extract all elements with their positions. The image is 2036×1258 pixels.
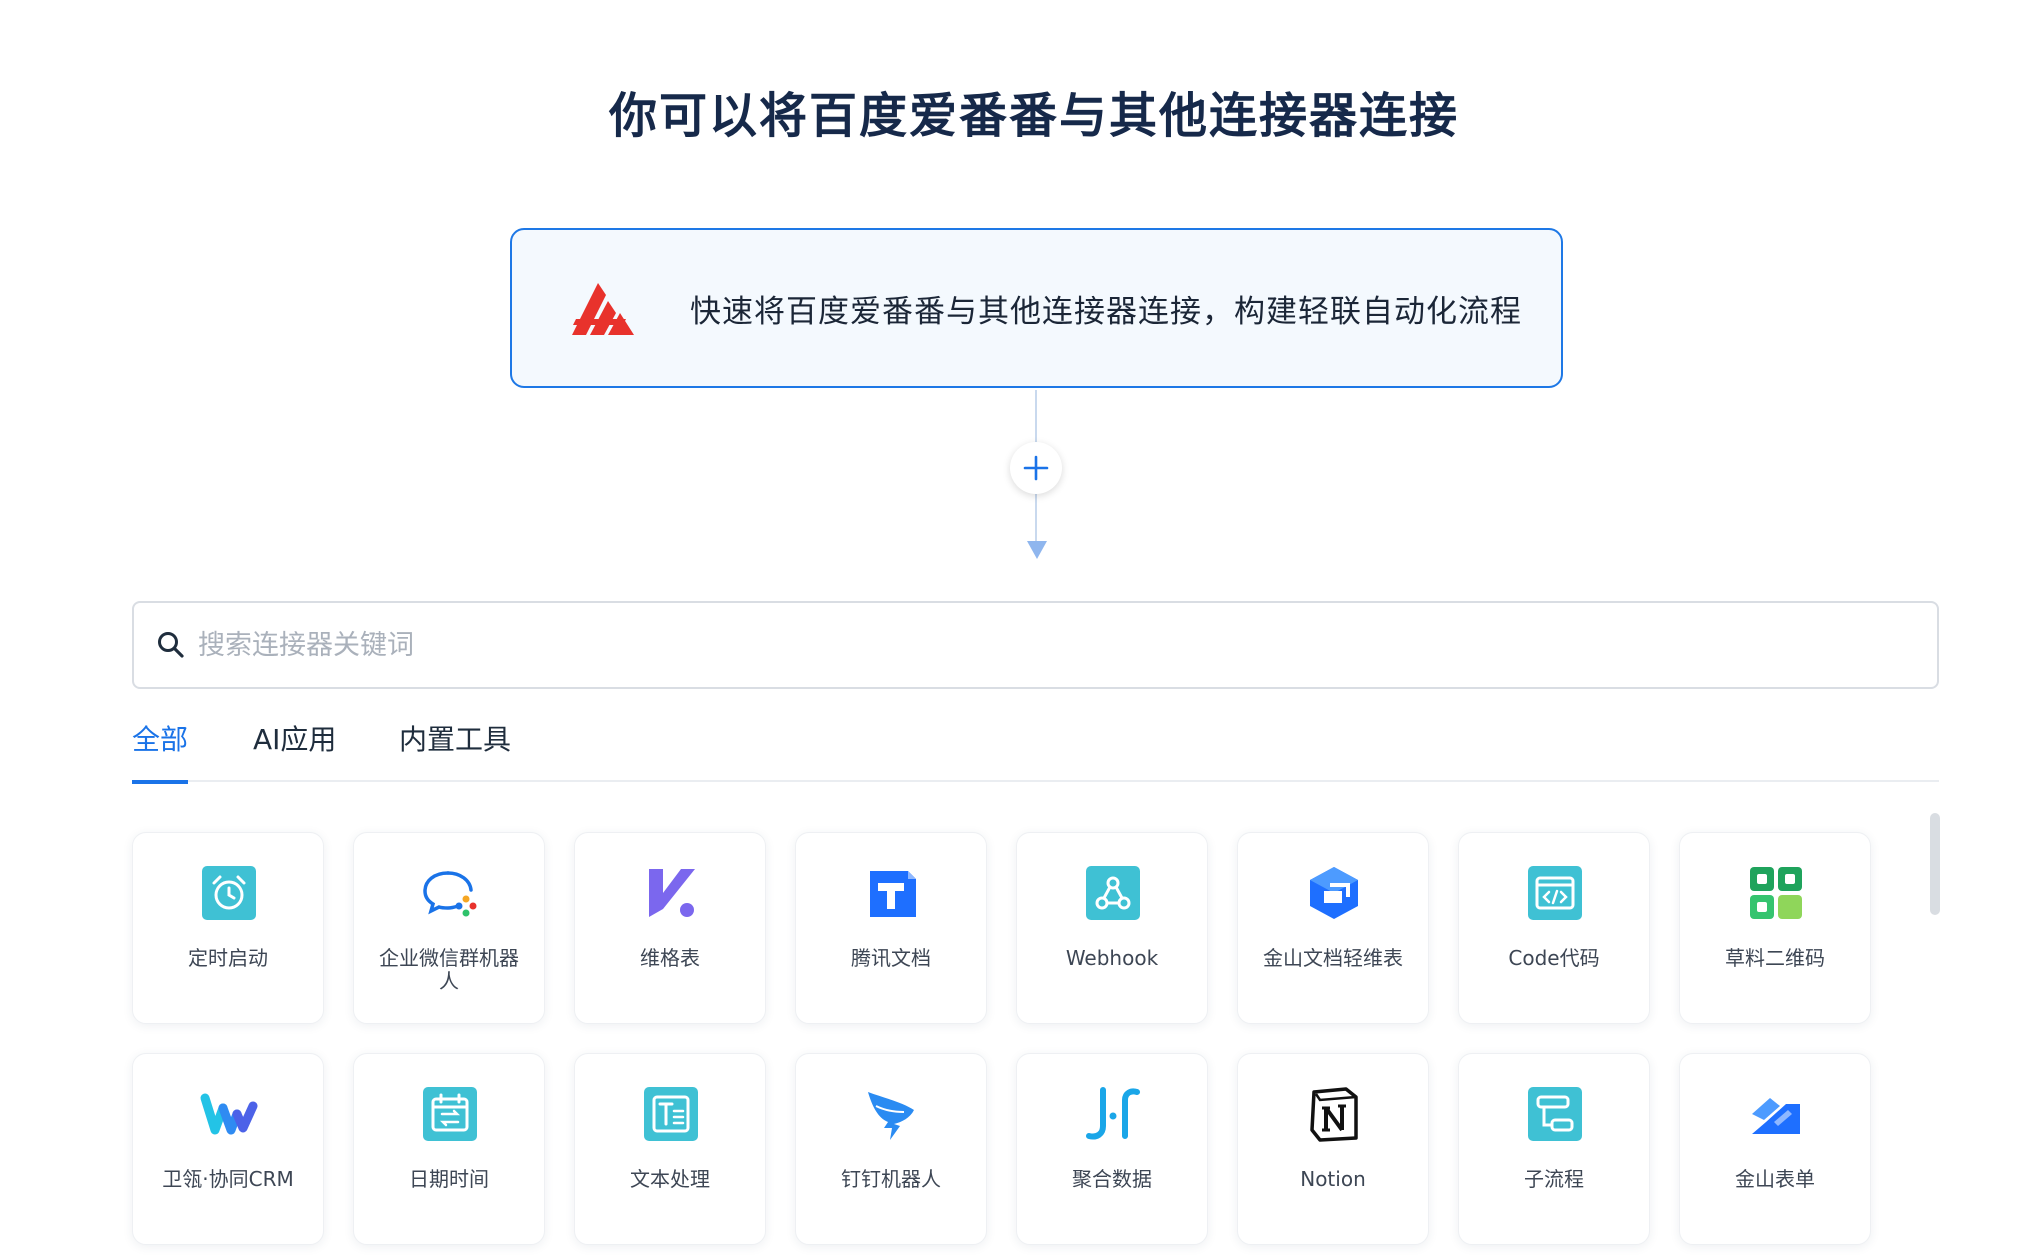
calendar-icon bbox=[420, 1084, 480, 1144]
connector-card-wecom-bot[interactable]: 企业微信群机器人 bbox=[353, 832, 545, 1024]
trigger-description: 快速将百度爱番番与其他连接器连接，构建轻联自动化流程 bbox=[690, 293, 1522, 330]
connector-label: 定时启动 bbox=[188, 946, 268, 970]
connector-label: 草料二维码 bbox=[1725, 946, 1825, 970]
connector-label: 子流程 bbox=[1524, 1167, 1584, 1191]
connector-label: 维格表 bbox=[640, 946, 700, 970]
tab-builtin-tools[interactable]: 内置工具 bbox=[399, 718, 511, 782]
aifanfan-logo bbox=[572, 283, 634, 335]
connector-card-text-processing[interactable]: 文本处理 bbox=[574, 1053, 766, 1245]
connector-card-notion[interactable]: Notion bbox=[1237, 1053, 1429, 1245]
connector-label: Code代码 bbox=[1508, 946, 1600, 970]
connector-label: 卫瓴·协同CRM bbox=[162, 1167, 294, 1191]
kdocs-form-icon bbox=[1746, 1084, 1806, 1144]
flow-arrow-icon bbox=[1027, 541, 1047, 559]
subflow-icon bbox=[1525, 1084, 1585, 1144]
kdocs-sheet-icon bbox=[1304, 863, 1364, 923]
connector-card-code[interactable]: Code代码 bbox=[1458, 832, 1650, 1024]
search-box[interactable] bbox=[132, 601, 1939, 689]
connector-page: 你可以将百度爱番番与其他连接器连接 快速将百度爱番番与其他连接器连接，构建轻联自… bbox=[0, 0, 2036, 1258]
connector-label: 企业微信群机器人 bbox=[379, 946, 519, 993]
plus-icon bbox=[1023, 455, 1049, 481]
connector-card-tencent-docs[interactable]: 腾讯文档 bbox=[795, 832, 987, 1024]
trigger-card[interactable]: 快速将百度爱番番与其他连接器连接，构建轻联自动化流程 bbox=[510, 228, 1563, 388]
notion-icon bbox=[1304, 1084, 1364, 1144]
connector-label: 日期时间 bbox=[409, 1167, 489, 1191]
search-input[interactable] bbox=[196, 628, 1896, 662]
juhe-data-icon bbox=[1083, 1084, 1143, 1144]
connector-card-webhook[interactable]: Webhook bbox=[1016, 832, 1208, 1024]
connector-card-datetime[interactable]: 日期时间 bbox=[353, 1053, 545, 1245]
connector-label: 金山文档轻维表 bbox=[1263, 946, 1403, 970]
connector-card-juhe-data[interactable]: 聚合数据 bbox=[1016, 1053, 1208, 1245]
connector-label: 聚合数据 bbox=[1072, 1167, 1152, 1191]
tencent-docs-icon bbox=[862, 863, 922, 923]
connector-card-vika[interactable]: 维格表 bbox=[574, 832, 766, 1024]
category-tabs: 全部 AI应用 内置工具 bbox=[132, 712, 1939, 784]
vika-icon bbox=[641, 863, 701, 923]
connector-label: 腾讯文档 bbox=[851, 946, 931, 970]
add-step-button[interactable] bbox=[1010, 442, 1062, 494]
weiling-crm-icon bbox=[199, 1084, 259, 1144]
connector-label: Webhook bbox=[1065, 946, 1159, 970]
connector-label: 金山表单 bbox=[1735, 1167, 1815, 1191]
connector-label: 文本处理 bbox=[630, 1167, 710, 1191]
tab-all[interactable]: 全部 bbox=[132, 718, 189, 784]
connector-card-qr-code[interactable]: 草料二维码 bbox=[1679, 832, 1871, 1024]
dingtalk-icon bbox=[862, 1084, 922, 1144]
connector-card-kdocs-form[interactable]: 金山表单 bbox=[1679, 1053, 1871, 1245]
page-title: 你可以将百度爱番番与其他连接器连接 bbox=[608, 88, 1459, 144]
connector-card-kdocs-sheet[interactable]: 金山文档轻维表 bbox=[1237, 832, 1429, 1024]
code-icon bbox=[1525, 863, 1585, 923]
text-processing-icon bbox=[641, 1084, 701, 1144]
connector-label: 钉钉机器人 bbox=[841, 1167, 941, 1191]
connector-card-subflow[interactable]: 子流程 bbox=[1458, 1053, 1650, 1245]
alarm-clock-icon bbox=[199, 863, 259, 923]
webhook-icon bbox=[1083, 863, 1143, 923]
connector-card-weiling-crm[interactable]: 卫瓴·协同CRM bbox=[132, 1053, 324, 1245]
tab-ai-apps[interactable]: AI应用 bbox=[253, 718, 336, 782]
scrollbar-thumb[interactable] bbox=[1930, 813, 1940, 915]
search-icon bbox=[158, 632, 184, 658]
wecom-bot-icon bbox=[420, 863, 480, 923]
qr-code-icon bbox=[1746, 863, 1806, 923]
connector-label: Notion bbox=[1300, 1167, 1366, 1191]
connector-card-timer[interactable]: 定时启动 bbox=[132, 832, 324, 1024]
connector-card-dingtalk[interactable]: 钉钉机器人 bbox=[795, 1053, 987, 1245]
